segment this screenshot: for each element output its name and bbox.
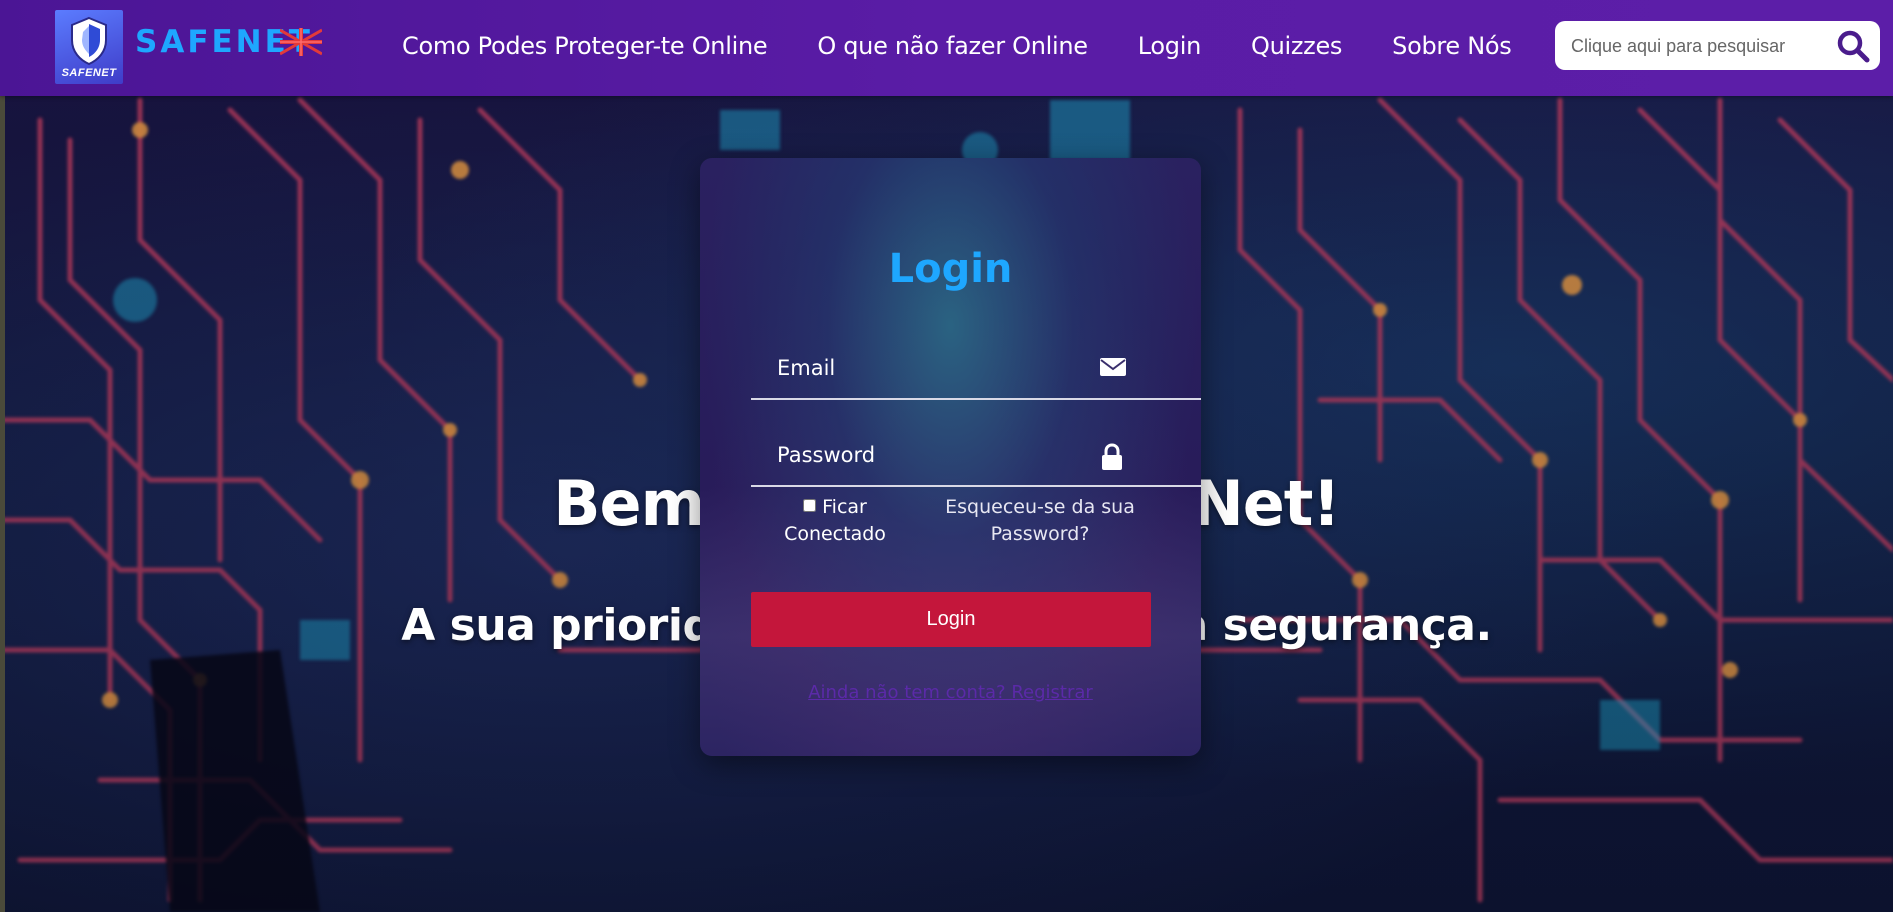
envelope-icon [1100,358,1126,376]
login-button[interactable]: Login [751,592,1151,647]
top-navbar: SAFENET SAFENET Como Podes Proteger-te O… [0,0,1893,96]
remember-checkbox[interactable] [803,499,817,512]
shield-icon [71,16,107,66]
remember-me[interactable]: Ficar Conectado [760,494,910,548]
logo-caption: SAFENET [61,67,117,79]
search-box [1555,21,1880,70]
password-field[interactable] [775,439,1109,471]
search-button[interactable] [1833,27,1873,65]
password-field-wrapper [751,425,1201,487]
login-title: Login [888,246,1013,292]
email-field[interactable] [775,352,1109,384]
nav-link-about-us[interactable]: Sobre Nós [1392,32,1512,60]
nav-link-login[interactable]: Login [1138,32,1202,60]
main-nav: Como Podes Proteger-te Online O que não … [402,32,1512,60]
logo[interactable]: SAFENET [55,10,123,84]
window-edge [0,0,5,912]
register-link[interactable]: Ainda não tem conta? Registrar [700,682,1201,703]
forgot-password-link[interactable]: Esqueceu-se da sua Password? [920,494,1160,548]
login-card: Login Ficar Conectado Esqueceu-se da sua… [700,158,1201,756]
nav-link-quizzes[interactable]: Quizzes [1251,32,1342,60]
search-input[interactable] [1569,33,1813,59]
search-icon [1837,30,1870,63]
flag-icon [280,28,322,56]
nav-link-protect-online[interactable]: Como Podes Proteger-te Online [402,32,768,60]
nav-link-what-not-to-do[interactable]: O que não fazer Online [817,32,1088,60]
email-field-wrapper [751,338,1201,400]
lock-icon [1102,443,1122,470]
remember-label: Ficar Conectado [784,496,886,545]
